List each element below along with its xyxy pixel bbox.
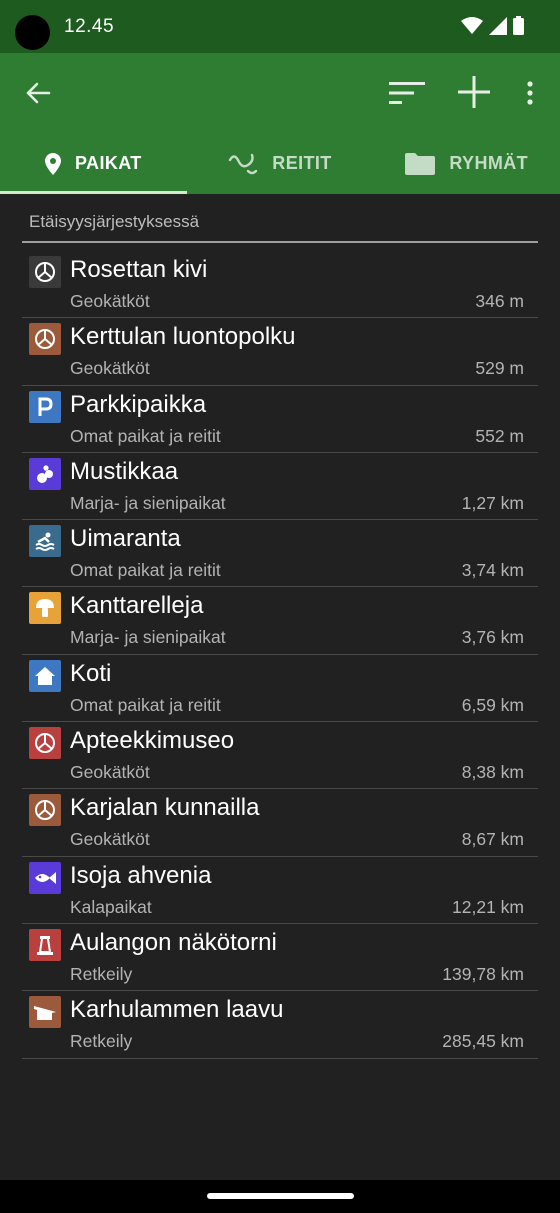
item-category: Geokätköt: [70, 829, 150, 850]
places-list: Rosettan kivi Geokätköt 346 m Kerttulan luo…: [22, 251, 538, 1059]
item-title: Aulangon näkötorni: [70, 928, 277, 956]
item-distance: 3,76 km: [461, 627, 524, 648]
item-title: Uimaranta: [70, 525, 181, 553]
item-distance: 8,67 km: [461, 829, 524, 850]
tab-reitit[interactable]: REITIT: [187, 137, 374, 194]
tab-ryhmat[interactable]: RYHMÄT: [373, 137, 560, 194]
item-category: Marja- ja sienipaikat: [70, 492, 226, 513]
item-distance: 346 m: [475, 291, 524, 311]
berry-icon: [29, 457, 61, 490]
item-category: Retkeily: [70, 963, 133, 984]
item-category: Omat paikat ja reitit: [70, 425, 221, 446]
more-options-button[interactable]: [515, 71, 545, 115]
list-item[interactable]: Karjalan kunnailla Geokätköt 8,67 km: [22, 789, 538, 857]
list-item[interactable]: Uimaranta Omat paikat ja reitit 3,74 km: [22, 520, 538, 588]
geocache-icon: [29, 794, 61, 827]
plus-icon: [458, 76, 490, 108]
shelter-icon: [29, 996, 61, 1029]
item-distance: 139,78 km: [442, 963, 524, 984]
item-category: Kalapaikat: [70, 896, 152, 917]
geocache-icon: [29, 256, 61, 288]
folder-icon: [405, 152, 436, 175]
item-category: Geokätköt: [70, 762, 150, 783]
signal-icon: [489, 16, 507, 35]
item-category: Marja- ja sienipaikat: [70, 627, 226, 648]
tower-icon: [29, 928, 61, 961]
tab-ryhmat-label: RYHMÄT: [449, 153, 529, 173]
sort-order-header: Etäisyysjärjestyksessä: [29, 212, 200, 231]
list-item[interactable]: Kerttulan luontopolku Geokätköt 529 m: [22, 318, 538, 386]
item-category: Retkeily: [70, 1031, 133, 1052]
battery-icon: [513, 16, 524, 35]
status-bar: 12.45: [0, 0, 560, 53]
wifi-icon: [461, 16, 483, 34]
list-item[interactable]: Parkkipaikka Omat paikat ja reitit 552 m: [22, 386, 538, 453]
add-button[interactable]: [451, 69, 497, 115]
item-title: Kerttulan luontopolku: [70, 323, 296, 351]
camera-cutout: [15, 15, 50, 50]
status-time: 12.45: [64, 16, 115, 37]
swimming-icon: [29, 525, 61, 558]
app-bar: PAIKAT REITIT RYHMÄT: [0, 53, 560, 194]
route-icon: [229, 153, 258, 174]
item-category: Geokätköt: [70, 358, 150, 379]
parking-icon: [29, 390, 61, 423]
item-title: Karjalan kunnailla: [70, 794, 260, 822]
item-distance: 6,59 km: [461, 694, 524, 715]
list-item[interactable]: Apteekkimuseo Geokätköt 8,38 km: [22, 722, 538, 790]
list-item[interactable]: Rosettan kivi Geokätköt 346 m: [22, 251, 538, 319]
navigation-bar: [0, 1180, 560, 1213]
mushroom-icon: [29, 592, 61, 625]
item-distance: 8,38 km: [461, 762, 524, 783]
tab-paikat-label: PAIKAT: [74, 153, 142, 173]
item-distance: 1,27 km: [461, 492, 524, 513]
list-item[interactable]: Karhulammen laavu Retkeily 285,45 km: [22, 991, 538, 1059]
arrow-left-icon: [26, 82, 51, 104]
sort-button[interactable]: [384, 71, 430, 115]
item-category: Omat paikat ja reitit: [70, 560, 221, 581]
list-item[interactable]: Isoja ahvenia Kalapaikat 12,21 km: [22, 857, 538, 924]
home-icon: [29, 659, 61, 692]
item-title: Isoja ahvenia: [70, 861, 212, 889]
sort-icon: [389, 82, 425, 104]
list-item[interactable]: Aulangon näkötorni Retkeily 139,78 km: [22, 924, 538, 992]
item-distance: 285,45 km: [442, 1031, 524, 1052]
item-title: Parkkipaikka: [70, 390, 207, 418]
tab-paikat[interactable]: PAIKAT: [0, 137, 187, 194]
location-pin-icon: [44, 152, 61, 175]
item-distance: 552 m: [475, 425, 524, 446]
more-vertical-icon: [527, 81, 533, 105]
item-title: Kanttarelleja: [70, 592, 204, 620]
item-distance: 3,74 km: [461, 560, 524, 581]
item-title: Koti: [70, 659, 112, 687]
item-category: Geokätköt: [70, 291, 150, 311]
geocache-icon: [29, 323, 61, 356]
item-category: Omat paikat ja reitit: [70, 694, 221, 715]
section-divider: [22, 241, 538, 243]
tab-bar: PAIKAT REITIT RYHMÄT: [0, 137, 560, 194]
geocache-icon: [29, 727, 61, 760]
item-title: Apteekkimuseo: [70, 727, 235, 755]
item-distance: 529 m: [475, 358, 524, 379]
list-item[interactable]: Mustikkaa Marja- ja sienipaikat 1,27 km: [22, 453, 538, 521]
item-distance: 12,21 km: [452, 896, 524, 917]
list-item[interactable]: Kanttarelleja Marja- ja sienipaikat 3,76 k…: [22, 587, 538, 655]
status-icons: [461, 16, 524, 35]
item-title: Mustikkaa: [70, 457, 179, 485]
tab-reitit-label: REITIT: [272, 153, 332, 173]
back-button[interactable]: [16, 71, 60, 115]
item-title: Rosettan kivi: [70, 256, 208, 283]
home-gesture-handle[interactable]: [207, 1193, 354, 1199]
item-title: Karhulammen laavu: [70, 996, 284, 1024]
list-item[interactable]: Koti Omat paikat ja reitit 6,59 km: [22, 655, 538, 723]
fish-icon: [29, 861, 61, 894]
